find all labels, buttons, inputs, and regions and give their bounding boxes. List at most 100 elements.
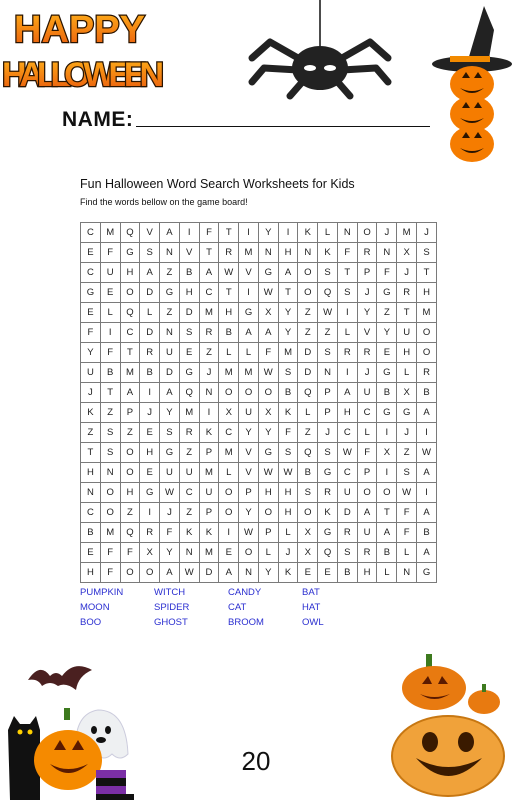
grid-cell: J	[396, 422, 418, 443]
grid-cell: Z	[99, 402, 121, 423]
grid-row: HNOEUUMLVWWBGCPISA	[80, 462, 437, 483]
grid-cell: N	[376, 242, 398, 263]
grid-cell: M	[178, 402, 200, 423]
grid-cell: D	[297, 342, 319, 363]
grid-cell: E	[80, 242, 101, 263]
grid-cell: I	[238, 282, 259, 303]
grid-cell: X	[218, 402, 240, 423]
grid-cell: U	[198, 482, 220, 503]
grid-cell: S	[297, 482, 319, 503]
grid-cell: S	[336, 282, 358, 303]
grid-cell: K	[317, 242, 338, 263]
grid-cell: G	[257, 262, 279, 283]
grid-cell: R	[336, 522, 358, 543]
grid-cell: S	[139, 242, 161, 263]
grid-cell: N	[238, 562, 259, 583]
grid-cell: U	[396, 322, 418, 343]
grid-cell: I	[336, 362, 358, 383]
grid-cell: U	[178, 462, 200, 483]
grid-cell: S	[159, 422, 180, 443]
grid-cell: L	[238, 342, 259, 363]
grid-cell: H	[356, 562, 378, 583]
grid-cell: W	[317, 302, 338, 323]
grid-cell: O	[119, 442, 141, 463]
grid-cell: D	[139, 322, 161, 343]
grid-cell: B	[376, 542, 398, 563]
pumpkin-stack-witch-hat-icon	[432, 6, 512, 162]
worksheet-instructions: Find the words bellow on the game board!	[80, 197, 248, 207]
grid-cell: I	[376, 462, 398, 483]
grid-cell: B	[80, 522, 101, 543]
grid-cell: Y	[257, 422, 279, 443]
grid-cell: O	[356, 482, 378, 503]
grid-cell: A	[238, 322, 259, 343]
grid-cell: S	[317, 262, 338, 283]
grid-cell: D	[159, 362, 180, 383]
grid-cell: N	[297, 242, 319, 263]
grid-cell: Y	[257, 222, 279, 243]
grid-cell: Z	[376, 302, 398, 323]
grid-row: CUHAZBAWVGAOSTPFJT	[80, 262, 437, 283]
grid-cell: X	[139, 542, 161, 563]
grid-cell: R	[139, 342, 161, 363]
word-list-item: CAT	[228, 602, 247, 613]
title-line2: HALLOWEEN	[2, 56, 164, 94]
grid-cell: A	[159, 562, 180, 583]
grid-cell: I	[416, 482, 437, 503]
name-input-line[interactable]	[136, 126, 430, 127]
grid-cell: R	[336, 342, 358, 363]
grid-cell: A	[416, 542, 437, 563]
grid-cell: H	[277, 242, 299, 263]
grid-cell: M	[99, 522, 121, 543]
grid-cell: L	[396, 362, 418, 383]
grid-cell: G	[257, 442, 279, 463]
grid-cell: P	[257, 522, 279, 543]
grid-cell: P	[119, 402, 141, 423]
grid-cell: O	[257, 382, 279, 403]
grid-cell: B	[336, 562, 358, 583]
grid-cell: J	[198, 362, 220, 383]
grid-cell: M	[198, 542, 220, 563]
grid-cell: W	[159, 482, 180, 503]
grid-cell: O	[297, 502, 319, 523]
grid-cell: W	[396, 482, 418, 503]
grid-cell: K	[198, 522, 220, 543]
grid-cell: C	[356, 402, 378, 423]
grid-cell: U	[336, 482, 358, 503]
grid-cell: O	[99, 482, 121, 503]
grid-cell: N	[159, 242, 180, 263]
grid-cell: Z	[119, 422, 141, 443]
grid-cell: H	[80, 462, 101, 483]
grid-cell: Y	[277, 302, 299, 323]
grid-cell: I	[277, 222, 299, 243]
grid-cell: R	[356, 342, 378, 363]
grid-cell: I	[376, 422, 398, 443]
grid-cell: W	[257, 282, 279, 303]
grid-cell: C	[336, 422, 358, 443]
grid-cell: S	[99, 422, 121, 443]
grid-cell: F	[277, 422, 299, 443]
grid-cell: F	[396, 502, 418, 523]
grid-cell: J	[396, 262, 418, 283]
grid-cell: X	[396, 242, 418, 263]
word-list-item: BROOM	[228, 617, 264, 628]
grid-cell: Y	[238, 502, 259, 523]
grid-cell: Z	[396, 442, 418, 463]
grid-cell: L	[336, 322, 358, 343]
grid-cell: Y	[159, 542, 180, 563]
grid-cell: W	[277, 462, 299, 483]
grid-cell: P	[198, 442, 220, 463]
grid-cell: M	[218, 442, 240, 463]
grid-cell: H	[119, 482, 141, 503]
grid-cell: O	[238, 382, 259, 403]
grid-cell: O	[119, 462, 141, 483]
grid-cell: N	[317, 362, 338, 383]
grid-cell: G	[159, 282, 180, 303]
grid-cell: O	[356, 222, 378, 243]
grid-cell: N	[198, 382, 220, 403]
grid-cell: B	[178, 262, 200, 283]
grid-cell: Q	[119, 222, 141, 243]
pumpkins-illustration	[391, 654, 505, 797]
word-list-item: CANDY	[228, 587, 262, 598]
grid-cell: J	[277, 542, 299, 563]
